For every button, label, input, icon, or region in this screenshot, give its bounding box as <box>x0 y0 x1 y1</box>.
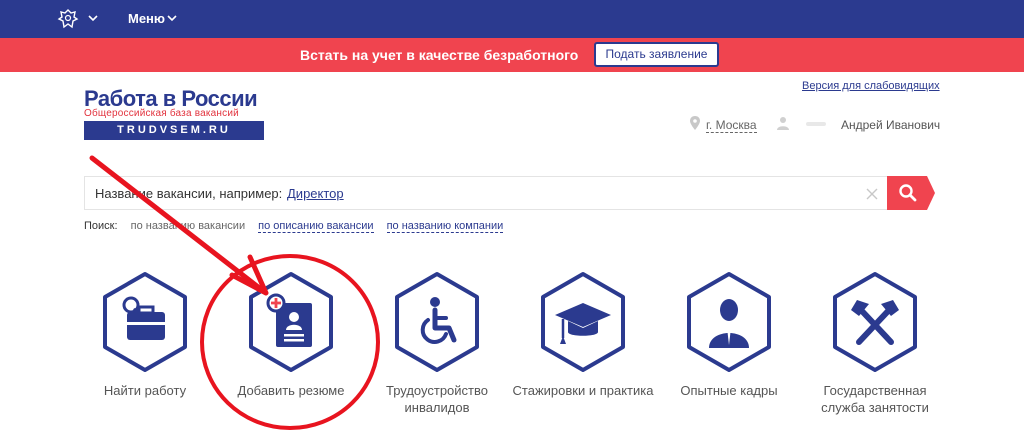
tile-label: Опытные кадры <box>680 383 778 398</box>
chevron-down-icon[interactable] <box>167 13 177 23</box>
business-person-icon <box>687 272 771 372</box>
tile-experienced-staff[interactable]: Опытные кадры <box>656 270 802 435</box>
tile-label: Государственная служба занятости <box>821 383 929 415</box>
menu-button[interactable]: Меню <box>128 11 165 26</box>
unemployment-banner: Встать на учет в качестве безработного П… <box>0 38 1024 72</box>
tile-label: Добавить резюме <box>237 383 345 398</box>
search-input[interactable]: Название вакансии, например: Директор <box>84 176 888 210</box>
tile-disabled-employment[interactable]: Трудоустройство инвалидов <box>364 270 510 435</box>
tile-label: Трудоустройство инвалидов <box>385 383 488 415</box>
user-icon <box>777 117 789 130</box>
search-mode-selector: Поиск: по названию вакансии по описанию … <box>84 220 513 233</box>
chevron-down-icon[interactable] <box>88 13 98 23</box>
tile-public-employment-service[interactable]: Государственная служба занятости <box>802 270 948 435</box>
city-selector[interactable]: г. Москва <box>706 118 757 133</box>
accessibility-version-link[interactable]: Версия для слабовидящих <box>802 80 940 92</box>
search-mode-company[interactable]: по названию компании <box>386 220 504 233</box>
submit-application-button[interactable]: Подать заявление <box>594 42 719 67</box>
wheelchair-icon <box>395 272 479 372</box>
add-resume-icon <box>249 272 333 372</box>
hammers-icon <box>833 272 917 372</box>
search-placeholder: Название вакансии, например: <box>95 186 283 201</box>
tile-label: Стажировки и практика <box>512 383 654 398</box>
tile-add-resume[interactable]: Добавить резюме <box>218 270 364 435</box>
redacted-surname <box>806 122 826 126</box>
search-mode-description[interactable]: по описанию вакансии <box>258 220 374 233</box>
coat-of-arms-icon[interactable] <box>56 7 80 31</box>
search-mode-title[interactable]: по названию вакансии <box>131 220 245 232</box>
briefcase-search-icon <box>103 272 187 372</box>
banner-text: Встать на учет в качестве безработного <box>300 47 579 63</box>
search-button[interactable] <box>887 176 935 210</box>
graduation-cap-icon <box>541 272 625 372</box>
top-navbar: Меню <box>0 0 1024 38</box>
tile-find-job[interactable]: Найти работу <box>72 270 218 435</box>
location-pin-icon <box>690 116 700 130</box>
clear-icon[interactable] <box>865 187 879 201</box>
site-logo-subtitle: Общероссийская база вакансий <box>84 108 239 119</box>
site-logo-domain[interactable]: TRUDVSEM.RU <box>84 121 264 140</box>
search-mode-label: Поиск: <box>84 220 118 232</box>
search-example-link[interactable]: Директор <box>287 186 344 201</box>
user-name[interactable]: Андрей Иванович <box>841 118 940 132</box>
tile-label: Найти работу <box>103 383 187 398</box>
tile-internships[interactable]: Стажировки и практика <box>510 270 656 435</box>
